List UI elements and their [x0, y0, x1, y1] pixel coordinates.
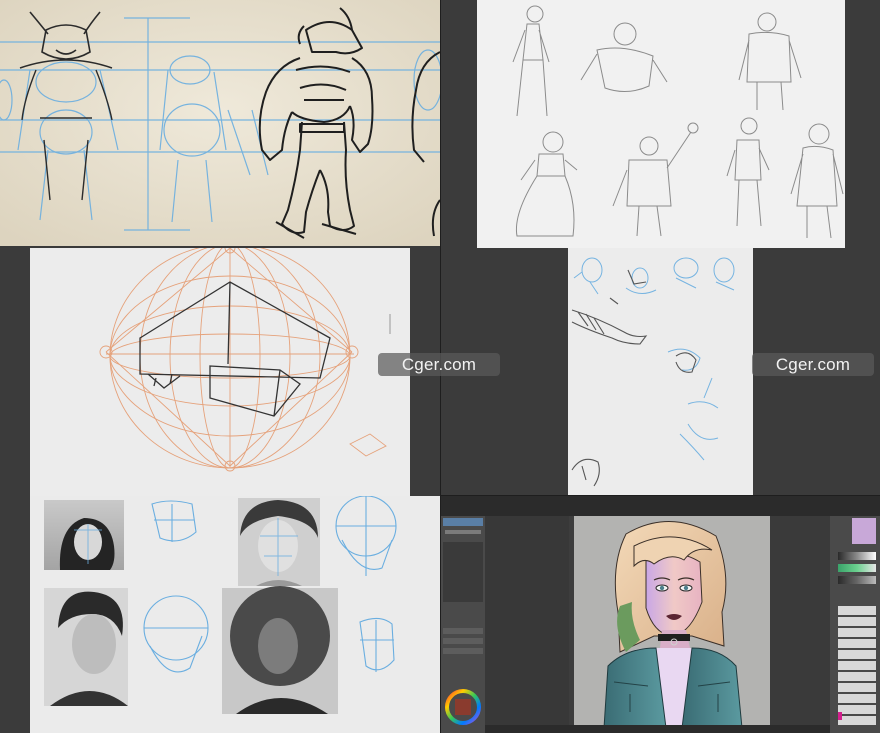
layer-panel — [830, 516, 880, 733]
head-proportion-studies — [44, 496, 397, 714]
canvas-right-gutter — [770, 516, 830, 733]
color-swatch-row[interactable] — [838, 576, 876, 584]
layer-list[interactable] — [838, 606, 876, 726]
color-swatch-row[interactable] — [838, 564, 876, 572]
perspective-grid-panel — [0, 248, 440, 496]
figure-sketches-panel — [441, 0, 880, 248]
status-bar — [485, 725, 835, 733]
reference-photo-3 — [44, 588, 128, 706]
property-row[interactable] — [443, 638, 483, 644]
reference-photo-2 — [238, 498, 320, 586]
drawing-canvas[interactable] — [574, 516, 770, 728]
spherical-grid-sketch — [99, 248, 391, 472]
head-studies-paper — [30, 496, 440, 733]
watermark-left: Cger.com — [378, 353, 500, 376]
color-wheel-icon[interactable] — [445, 689, 481, 725]
reference-photo-4 — [222, 586, 338, 714]
property-row[interactable] — [443, 628, 483, 634]
perspective-paper — [30, 248, 410, 496]
head-studies-panel — [0, 496, 440, 733]
panel-separator — [485, 516, 569, 733]
bird-dragon-sketches — [571, 257, 735, 487]
tool-property-header — [443, 518, 483, 526]
app-menu-bar — [441, 496, 880, 516]
horizontal-divider — [441, 495, 880, 496]
paint-app-panel — [441, 496, 880, 733]
left-tool-panel — [441, 516, 485, 733]
layer-thumbnail-accent — [838, 712, 842, 720]
figure-gesture-sketches — [512, 5, 844, 239]
reference-photo-1 — [44, 500, 124, 570]
brush-list[interactable] — [443, 542, 483, 602]
property-row[interactable] — [443, 648, 483, 654]
navigator-thumbnail[interactable] — [852, 518, 876, 544]
color-swatch-row[interactable] — [838, 552, 876, 560]
girl-illustration — [603, 521, 743, 728]
watermark-right: Cger.com — [752, 353, 874, 376]
minotaur-sketch — [0, 0, 440, 246]
sketch-paper — [477, 0, 845, 248]
minotaur-sheet-panel — [0, 0, 440, 246]
bird-paper — [568, 248, 753, 496]
brush-size-slider[interactable] — [445, 530, 481, 534]
